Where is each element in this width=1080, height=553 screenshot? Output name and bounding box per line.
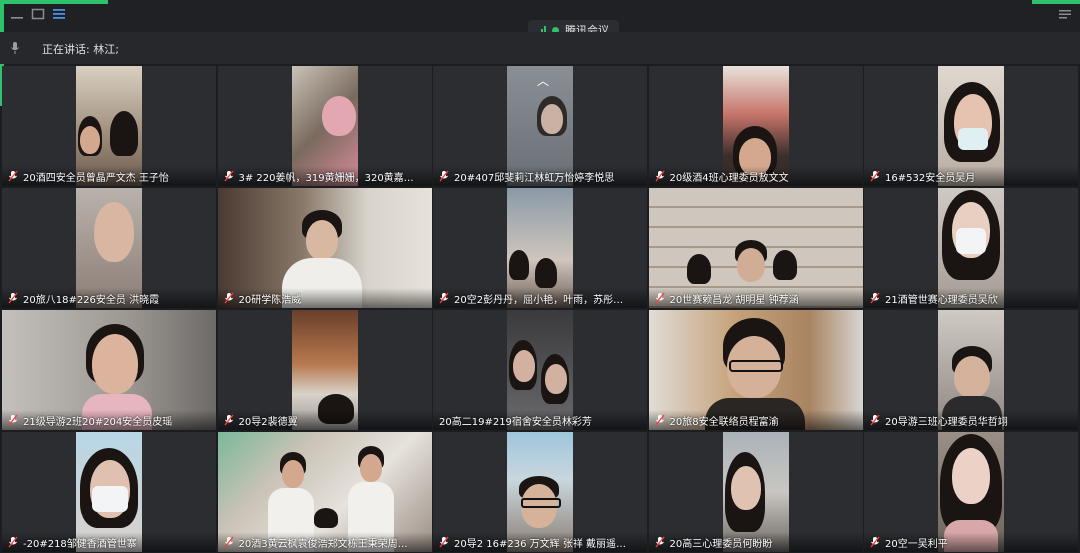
participant-tile[interactable]: 20高三心理委员何盼盼 xyxy=(648,432,863,552)
title-bar: 腾讯会议 xyxy=(0,0,1080,40)
participant-label: 21级导游2班20#204安全员皮瑶 xyxy=(2,410,216,430)
participant-tile[interactable]: 20空一吴利平 xyxy=(864,432,1078,552)
participant-label: 16#532安全员吴月 xyxy=(864,166,1078,186)
participant-label: 20导2裴德翼 xyxy=(217,410,432,430)
participant-tile[interactable]: 20酒3黄云枫袁俊浩郑文栋王秉荣周… xyxy=(217,432,432,552)
mic-muted-icon xyxy=(223,170,234,182)
chevron-up-icon[interactable]: ︿ xyxy=(537,72,549,89)
participant-name: 21酒管世赛心理委员吴欣 xyxy=(885,294,998,306)
mic-muted-icon xyxy=(8,292,18,304)
participant-tile[interactable]: 21级导游2班20#204安全员皮瑶 xyxy=(2,310,216,430)
participant-tile[interactable]: ︿ 20#407邱斐莉江林虹万怡婷李悦思 xyxy=(433,66,647,186)
participant-label: 20酒四安全员曾晶严文杰 王子怡 xyxy=(2,166,216,186)
participant-name: 20高二19#219宿舍安全员林彩芳 xyxy=(439,416,592,428)
speaking-bar: 正在讲话: 林江; xyxy=(0,32,1080,87)
participant-name: 20#407邱斐莉江林虹万怡婷李悦思 xyxy=(454,172,615,184)
participant-tile[interactable]: 20导游三班心理委员华哲翊 xyxy=(864,310,1078,430)
participant-label: 20高三心理委员何盼盼 xyxy=(648,532,863,552)
participant-label: 20世赛赖昌龙 胡明星 钟荐涵 xyxy=(648,288,863,308)
participant-label: 20旅8安全联络员程富渝 xyxy=(648,410,863,430)
participant-name: 20世赛赖昌龙 胡明星 钟荐涵 xyxy=(669,294,799,306)
participant-label: 21酒管世赛心理委员吴欣 xyxy=(864,288,1078,308)
participant-label: 20旅八18#226安全员 洪晓霞 xyxy=(2,288,216,308)
mic-muted-icon xyxy=(870,292,880,304)
participant-label: 20导游三班心理委员华哲翊 xyxy=(864,410,1078,430)
participant-tile[interactable]: 20旅八18#226安全员 洪晓霞 xyxy=(2,188,216,308)
participant-name: 20空一吴利平 xyxy=(885,538,948,550)
mic-muted-icon xyxy=(870,536,880,548)
participant-name: 20高三心理委员何盼盼 xyxy=(669,538,773,550)
mic-muted-icon xyxy=(8,170,18,182)
participant-label: -20#218邹健香酒管世寨 xyxy=(2,532,216,552)
participant-name: 21级导游2班20#204安全员皮瑶 xyxy=(23,416,173,428)
mic-muted-icon xyxy=(223,536,234,548)
participant-label: 20研学陈浩威 xyxy=(217,288,432,308)
participant-label: 20级酒4班心理委员敖文文 xyxy=(648,166,863,186)
participant-tile[interactable]: 16#532安全员吴月 xyxy=(864,66,1078,186)
participant-name: 20空2彭丹丹，屈小艳，叶雨，苏彤… xyxy=(454,294,624,306)
active-speaker-accent xyxy=(0,0,108,4)
participant-tile[interactable]: 20导2 16#236 万文辉 张祥 戴丽遥… xyxy=(433,432,647,552)
participant-tile[interactable]: 20旅8安全联络员程富渝 xyxy=(648,310,863,430)
participant-name: 20导2 16#236 万文辉 张祥 戴丽遥… xyxy=(454,538,626,550)
window-icon[interactable] xyxy=(31,8,45,20)
microphone-icon xyxy=(11,42,19,54)
participant-tile[interactable]: 20世赛赖昌龙 胡明星 钟荐涵 xyxy=(648,188,863,308)
participant-tile[interactable]: -20#218邹健香酒管世寨 xyxy=(2,432,216,552)
participant-name: 3# 220姜帆，319黄姗姗，320黄嘉… xyxy=(238,172,414,184)
participant-label: 20高二19#219宿舍安全员林彩芳 xyxy=(433,410,647,430)
participant-grid: 20酒四安全员曾晶严文杰 王子怡 3# 220姜帆，319黄姗姗，320黄嘉… … xyxy=(2,66,1078,552)
mic-muted-icon xyxy=(223,292,234,304)
mic-muted-icon xyxy=(439,292,449,304)
mic-muted-icon xyxy=(439,170,449,182)
participant-tile[interactable]: 3# 220姜帆，319黄姗姗，320黄嘉… xyxy=(217,66,432,186)
participant-name: 20级酒4班心理委员敖文文 xyxy=(669,172,789,184)
participant-label: 20空2彭丹丹，屈小艳，叶雨，苏彤… xyxy=(433,288,647,308)
participant-name: 20旅8安全联络员程富渝 xyxy=(669,416,779,428)
mic-muted-icon xyxy=(654,170,665,182)
participant-name: 16#532安全员吴月 xyxy=(885,172,976,184)
participant-name: 20酒3黄云枫袁俊浩郑文栋王秉荣周… xyxy=(238,538,408,550)
participant-name: 20研学陈浩威 xyxy=(238,294,302,306)
menu-list-icon[interactable] xyxy=(52,8,66,20)
participant-label: 20导2 16#236 万文辉 张祥 戴丽遥… xyxy=(433,532,647,552)
participant-name: -20#218邹健香酒管世寨 xyxy=(23,538,137,550)
minimize-icon[interactable] xyxy=(10,8,24,20)
participant-name: 20导2裴德翼 xyxy=(238,416,298,428)
mic-muted-icon xyxy=(223,414,234,426)
accent-corner xyxy=(1032,0,1080,4)
participant-name: 20导游三班心理委员华哲翊 xyxy=(885,416,1008,428)
participant-tile[interactable]: 20酒四安全员曾晶严文杰 王子怡 xyxy=(2,66,216,186)
participant-label: 3# 220姜帆，319黄姗姗，320黄嘉… xyxy=(217,166,432,186)
speaking-text: 正在讲话: 林江; xyxy=(42,43,119,56)
mic-muted-icon xyxy=(654,414,665,426)
participant-tile[interactable]: 20研学陈浩威 xyxy=(217,188,432,308)
mic-muted-icon xyxy=(8,536,18,548)
participant-tile[interactable]: 21酒管世赛心理委员吴欣 xyxy=(864,188,1078,308)
mic-muted-icon xyxy=(8,414,18,426)
mic-muted-icon xyxy=(654,536,665,548)
settings-icon[interactable] xyxy=(1058,8,1072,20)
participant-tile[interactable]: 20导2裴德翼 xyxy=(217,310,432,430)
participant-tile[interactable]: 20级酒4班心理委员敖文文 xyxy=(648,66,863,186)
mic-muted-icon xyxy=(870,170,880,182)
mic-muted-icon xyxy=(870,414,880,426)
mic-muted-icon xyxy=(654,292,665,304)
participant-name: 20旅八18#226安全员 洪晓霞 xyxy=(23,294,160,306)
participant-name: 20酒四安全员曾晶严文杰 王子怡 xyxy=(23,172,169,184)
mic-muted-icon xyxy=(439,536,449,548)
participant-label: 20#407邱斐莉江林虹万怡婷李悦思 xyxy=(433,166,647,186)
participant-label: 20酒3黄云枫袁俊浩郑文栋王秉荣周… xyxy=(217,532,432,552)
participant-tile[interactable]: 20空2彭丹丹，屈小艳，叶雨，苏彤… xyxy=(433,188,647,308)
participant-label: 20空一吴利平 xyxy=(864,532,1078,552)
participant-tile[interactable]: 20高二19#219宿舍安全员林彩芳 xyxy=(433,310,647,430)
